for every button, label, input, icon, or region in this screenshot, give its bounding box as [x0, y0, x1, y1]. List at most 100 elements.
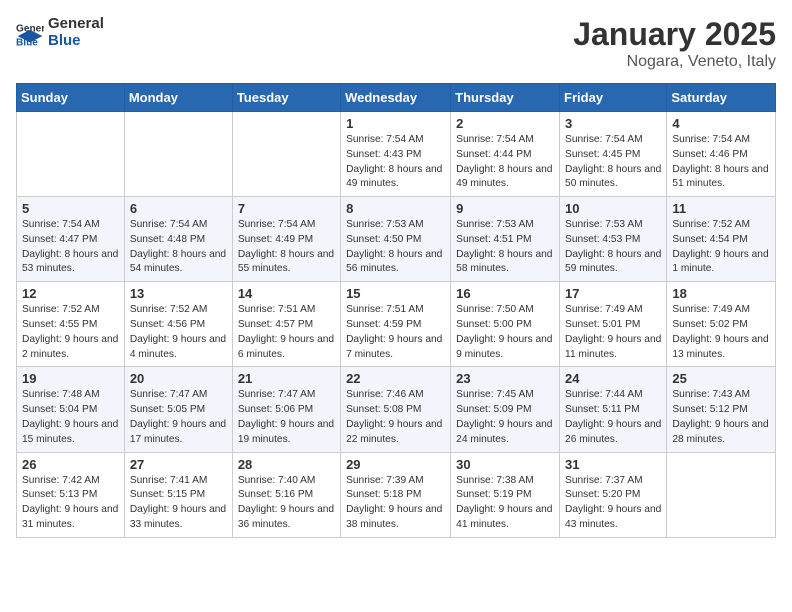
- calendar-cell: 23Sunrise: 7:45 AMSunset: 5:09 PMDayligh…: [451, 367, 560, 452]
- day-number: 16: [456, 286, 554, 301]
- calendar-cell: 30Sunrise: 7:38 AMSunset: 5:19 PMDayligh…: [451, 452, 560, 537]
- svg-text:Blue: Blue: [16, 37, 38, 47]
- day-info: Sunrise: 7:52 AMSunset: 4:55 PMDaylight:…: [22, 303, 119, 362]
- day-number: 31: [565, 457, 661, 472]
- day-info: Sunrise: 7:53 AMSunset: 4:51 PMDaylight:…: [456, 218, 554, 277]
- day-info: Sunrise: 7:39 AMSunset: 5:18 PMDaylight:…: [346, 474, 445, 533]
- weekday-header-wednesday: Wednesday: [341, 84, 451, 112]
- week-row-5: 26 Sunrise: 7:42 AMSunset: 5:13 PMDayligh…: [17, 452, 776, 537]
- day-number: 27: [130, 457, 227, 472]
- day-info: Sunrise: 7:40 AMSunset: 5:16 PMDaylight:…: [238, 474, 335, 533]
- calendar-cell: 2Sunrise: 7:54 AMSunset: 4:44 PMDaylight…: [451, 112, 560, 197]
- day-number: 14: [238, 286, 335, 301]
- day-info: Sunrise: 7:47 AMSunset: 5:06 PMDaylight:…: [238, 388, 335, 447]
- title-block: January 2025 Nogara, Veneto, Italy: [573, 16, 776, 71]
- day-number: 17: [565, 286, 661, 301]
- day-info: Sunrise: 7:46 AMSunset: 5:08 PMDaylight:…: [346, 388, 445, 447]
- calendar-cell: 6 Sunrise: 7:54 AMSunset: 4:48 PMDaylight…: [124, 197, 232, 282]
- month-title: January 2025: [573, 16, 776, 53]
- day-info: Sunrise: 7:54 AMSunset: 4:45 PMDaylight:…: [565, 133, 661, 192]
- logo: General Blue General Blue: [16, 16, 104, 49]
- day-info: Sunrise: 7:54 AMSunset: 4:47 PMDaylight:…: [22, 218, 119, 277]
- page-header: General Blue General Blue January 2025 N…: [16, 16, 776, 71]
- logo-general-text: General: [48, 16, 104, 33]
- location-title: Nogara, Veneto, Italy: [573, 53, 776, 71]
- day-number: 24: [565, 371, 661, 386]
- weekday-header-monday: Monday: [124, 84, 232, 112]
- day-number: 5: [22, 201, 119, 216]
- day-info: Sunrise: 7:54 AMSunset: 4:49 PMDaylight:…: [238, 218, 335, 277]
- calendar-cell: 5 Sunrise: 7:54 AMSunset: 4:47 PMDaylight…: [17, 197, 125, 282]
- weekday-header-row: SundayMondayTuesdayWednesdayThursdayFrid…: [17, 84, 776, 112]
- calendar-cell: 11 Sunrise: 7:52 AMSunset: 4:54 PMDayligh…: [667, 197, 776, 282]
- calendar-cell: 15 Sunrise: 7:51 AMSunset: 4:59 PMDayligh…: [341, 282, 451, 367]
- day-info: Sunrise: 7:42 AMSunset: 5:13 PMDaylight:…: [22, 474, 119, 533]
- day-info: Sunrise: 7:54 AMSunset: 4:48 PMDaylight:…: [130, 218, 227, 277]
- day-number: 11: [672, 201, 770, 216]
- day-number: 7: [238, 201, 335, 216]
- day-number: 21: [238, 371, 335, 386]
- day-info: Sunrise: 7:51 AMSunset: 4:57 PMDaylight:…: [238, 303, 335, 362]
- day-info: Sunrise: 7:50 AMSunset: 5:00 PMDaylight:…: [456, 303, 554, 362]
- calendar-cell: 10Sunrise: 7:53 AMSunset: 4:53 PMDayligh…: [560, 197, 667, 282]
- calendar-cell: 4Sunrise: 7:54 AMSunset: 4:46 PMDaylight…: [667, 112, 776, 197]
- day-number: 8: [346, 201, 445, 216]
- day-info: Sunrise: 7:41 AMSunset: 5:15 PMDaylight:…: [130, 474, 227, 533]
- calendar-cell: [667, 452, 776, 537]
- day-number: 18: [672, 286, 770, 301]
- day-info: Sunrise: 7:52 AMSunset: 4:54 PMDaylight:…: [672, 218, 770, 277]
- calendar-cell: 26 Sunrise: 7:42 AMSunset: 5:13 PMDayligh…: [17, 452, 125, 537]
- day-info: Sunrise: 7:52 AMSunset: 4:56 PMDaylight:…: [130, 303, 227, 362]
- day-info: Sunrise: 7:47 AMSunset: 5:05 PMDaylight:…: [130, 388, 227, 447]
- logo-blue-text: Blue: [48, 33, 104, 50]
- calendar-cell: 3Sunrise: 7:54 AMSunset: 4:45 PMDaylight…: [560, 112, 667, 197]
- week-row-2: 5 Sunrise: 7:54 AMSunset: 4:47 PMDaylight…: [17, 197, 776, 282]
- calendar-cell: 20 Sunrise: 7:47 AMSunset: 5:05 PMDayligh…: [124, 367, 232, 452]
- calendar-cell: [232, 112, 340, 197]
- calendar-cell: 18 Sunrise: 7:49 AMSunset: 5:02 PMDayligh…: [667, 282, 776, 367]
- calendar-cell: 28 Sunrise: 7:40 AMSunset: 5:16 PMDayligh…: [232, 452, 340, 537]
- calendar-cell: 22 Sunrise: 7:46 AMSunset: 5:08 PMDayligh…: [341, 367, 451, 452]
- day-info: Sunrise: 7:54 AMSunset: 4:43 PMDaylight:…: [346, 133, 445, 192]
- weekday-header-thursday: Thursday: [451, 84, 560, 112]
- calendar-cell: 16 Sunrise: 7:50 AMSunset: 5:00 PMDayligh…: [451, 282, 560, 367]
- day-number: 20: [130, 371, 227, 386]
- day-number: 19: [22, 371, 119, 386]
- calendar-cell: 17 Sunrise: 7:49 AMSunset: 5:01 PMDayligh…: [560, 282, 667, 367]
- calendar-cell: 19 Sunrise: 7:48 AMSunset: 5:04 PMDayligh…: [17, 367, 125, 452]
- calendar-cell: 8 Sunrise: 7:53 AMSunset: 4:50 PMDaylight…: [341, 197, 451, 282]
- day-info: Sunrise: 7:54 AMSunset: 4:44 PMDaylight:…: [456, 133, 554, 192]
- day-number: 10: [565, 201, 661, 216]
- weekday-header-sunday: Sunday: [17, 84, 125, 112]
- day-number: 6: [130, 201, 227, 216]
- day-number: 15: [346, 286, 445, 301]
- day-number: 13: [130, 286, 227, 301]
- day-number: 22: [346, 371, 445, 386]
- day-info: Sunrise: 7:43 AMSunset: 5:12 PMDaylight:…: [672, 388, 770, 447]
- calendar-cell: 12 Sunrise: 7:52 AMSunset: 4:55 PMDayligh…: [17, 282, 125, 367]
- calendar-table: SundayMondayTuesdayWednesdayThursdayFrid…: [16, 83, 776, 538]
- week-row-3: 12 Sunrise: 7:52 AMSunset: 4:55 PMDayligh…: [17, 282, 776, 367]
- day-number: 26: [22, 457, 119, 472]
- day-number: 9: [456, 201, 554, 216]
- day-info: Sunrise: 7:38 AMSunset: 5:19 PMDaylight:…: [456, 474, 554, 533]
- calendar-cell: 1Sunrise: 7:54 AMSunset: 4:43 PMDaylight…: [341, 112, 451, 197]
- day-number: 28: [238, 457, 335, 472]
- day-info: Sunrise: 7:53 AMSunset: 4:50 PMDaylight:…: [346, 218, 445, 277]
- calendar-cell: 21 Sunrise: 7:47 AMSunset: 5:06 PMDayligh…: [232, 367, 340, 452]
- calendar-cell: 31 Sunrise: 7:37 AMSunset: 5:20 PMDayligh…: [560, 452, 667, 537]
- day-info: Sunrise: 7:37 AMSunset: 5:20 PMDaylight:…: [565, 474, 661, 533]
- day-info: Sunrise: 7:49 AMSunset: 5:02 PMDaylight:…: [672, 303, 770, 362]
- day-number: 23: [456, 371, 554, 386]
- calendar-cell: [124, 112, 232, 197]
- day-info: Sunrise: 7:49 AMSunset: 5:01 PMDaylight:…: [565, 303, 661, 362]
- day-info: Sunrise: 7:51 AMSunset: 4:59 PMDaylight:…: [346, 303, 445, 362]
- day-number: 12: [22, 286, 119, 301]
- day-number: 29: [346, 457, 445, 472]
- calendar-cell: 13 Sunrise: 7:52 AMSunset: 4:56 PMDayligh…: [124, 282, 232, 367]
- calendar-cell: 27 Sunrise: 7:41 AMSunset: 5:15 PMDayligh…: [124, 452, 232, 537]
- day-number: 4: [672, 116, 770, 131]
- day-info: Sunrise: 7:48 AMSunset: 5:04 PMDaylight:…: [22, 388, 119, 447]
- week-row-4: 19 Sunrise: 7:48 AMSunset: 5:04 PMDayligh…: [17, 367, 776, 452]
- calendar-cell: 25Sunrise: 7:43 AMSunset: 5:12 PMDayligh…: [667, 367, 776, 452]
